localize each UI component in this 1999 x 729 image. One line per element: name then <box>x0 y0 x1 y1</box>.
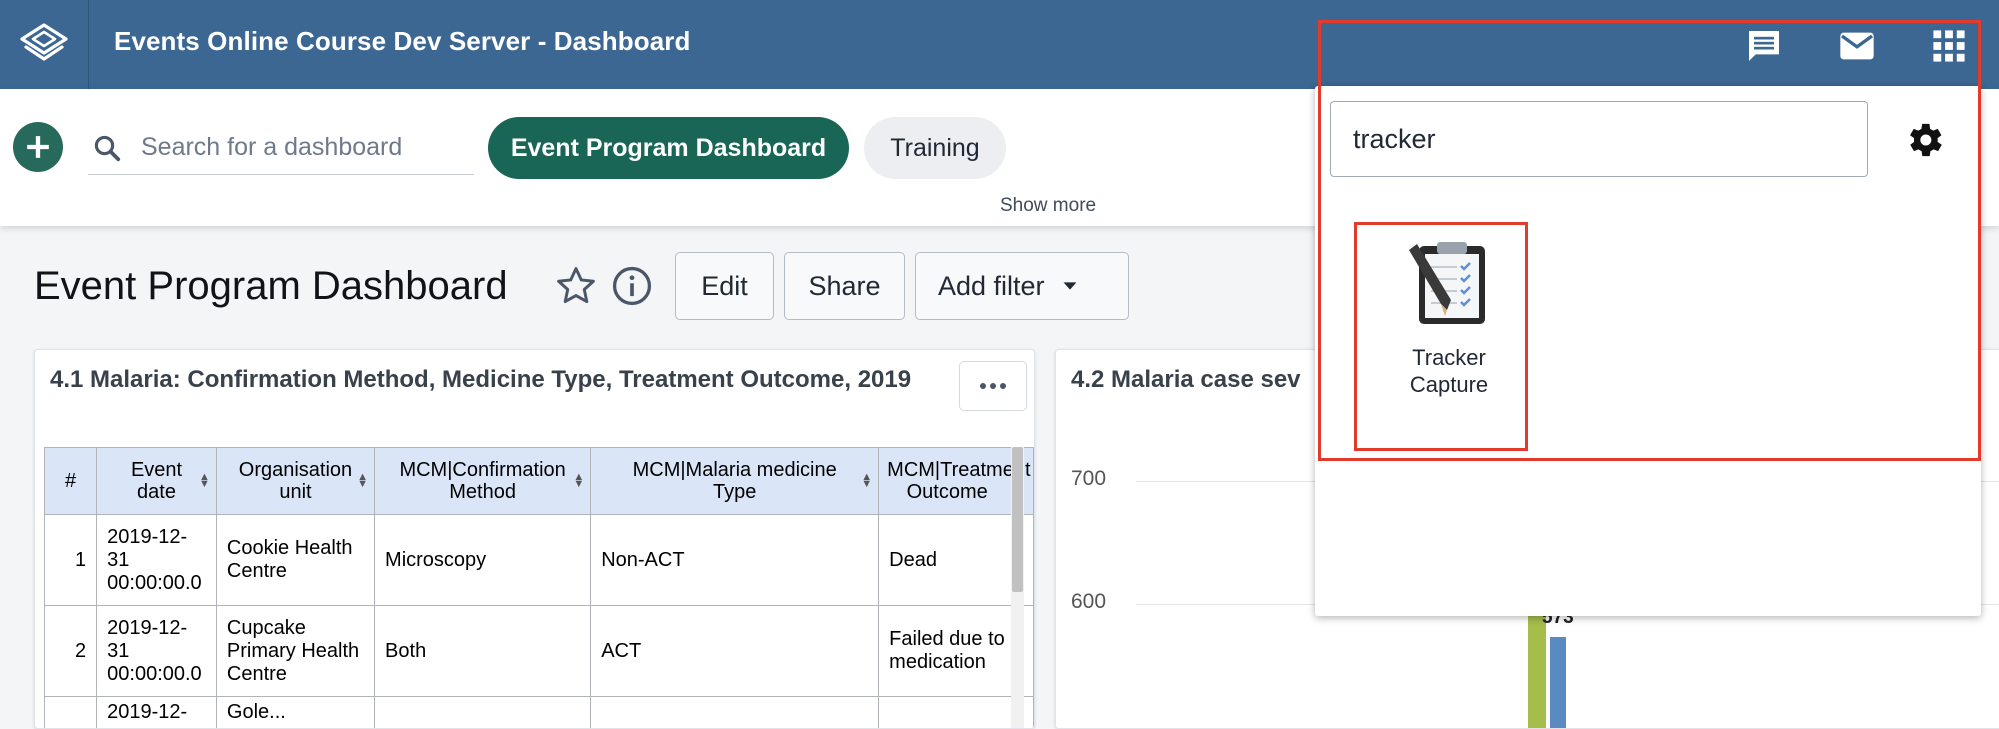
cell-index <box>45 697 97 729</box>
cell-medicine-type <box>591 697 879 729</box>
column-header-label: MCM|Confirmation Method <box>390 459 576 503</box>
column-header[interactable]: # <box>45 448 97 515</box>
column-header-label: Event date <box>119 459 194 503</box>
dashboard-item-malaria-table: 4.1 Malaria: Confirmation Method, Medici… <box>34 349 1035 729</box>
more-horizontal-icon <box>978 381 1008 391</box>
app-menu-popover: Tracker Capture <box>1315 86 1981 616</box>
events-table: # Event date▲▼ Organisation unit▲▼ MCM|C… <box>44 447 1034 729</box>
item-title: 4.1 Malaria: Confirmation Method, Medici… <box>50 362 950 398</box>
cell-event-date: 2019-12-31 00:00:00.0 <box>97 515 217 606</box>
interpretations-icon <box>1744 26 1784 66</box>
search-icon <box>92 133 122 163</box>
tracker-capture-clipboard-icon <box>1403 236 1495 328</box>
cell-index: 2 <box>45 606 97 697</box>
cell-event-date: 2019-12-31 00:00:00.0 <box>97 606 217 697</box>
dhis2-logo-icon <box>18 21 70 69</box>
app-tracker-capture[interactable]: Tracker Capture <box>1361 222 1537 406</box>
column-header-label: MCM|Malaria medicine Type <box>615 459 855 503</box>
plus-icon <box>25 134 51 160</box>
table-row[interactable]: 2019-12- Gole... <box>45 697 1034 729</box>
table-row[interactable]: 2 2019-12-31 00:00:00.0 Cupcake Primary … <box>45 606 1034 697</box>
app-label: Tracker Capture <box>1389 344 1509 398</box>
cell-confirmation-method <box>375 697 591 729</box>
app-search-input[interactable] <box>1330 101 1868 177</box>
caret-down-icon <box>1059 275 1081 297</box>
cell-org-unit: Cupcake Primary Health Centre <box>216 606 374 697</box>
logo-button[interactable] <box>0 0 89 89</box>
show-more-link[interactable]: Show more <box>1000 195 1096 217</box>
column-header[interactable]: Organisation unit▲▼ <box>216 448 374 515</box>
y-tick-label: 600 <box>1071 590 1106 614</box>
edit-button[interactable]: Edit <box>675 252 774 320</box>
cell-index: 1 <box>45 515 97 606</box>
table-header-row: # Event date▲▼ Organisation unit▲▼ MCM|C… <box>45 448 1034 515</box>
app-title: Events Online Course Dev Server - Dashbo… <box>114 26 691 57</box>
sort-icon: ▲▼ <box>199 474 210 488</box>
sort-icon: ▲▼ <box>357 474 368 488</box>
cell-event-date: 2019-12- <box>97 697 217 729</box>
header-bar: Events Online Course Dev Server - Dashbo… <box>0 0 1999 89</box>
dashboard-search <box>88 119 474 175</box>
interpretations-button[interactable] <box>1744 26 1784 66</box>
apps-grid-icon <box>1932 29 1966 63</box>
sort-icon: ▲▼ <box>861 474 872 488</box>
messages-icon <box>1837 25 1877 67</box>
column-header-label: Organisation unit <box>231 459 359 503</box>
add-dashboard-button[interactable] <box>13 122 63 172</box>
cell-medicine-type: ACT <box>591 606 879 697</box>
add-filter-label: Add filter <box>938 271 1045 302</box>
cell-medicine-type: Non-ACT <box>591 515 879 606</box>
column-header[interactable]: MCM|Malaria medicine Type ▲▼ <box>591 448 879 515</box>
star-icon[interactable] <box>554 264 598 308</box>
cell-org-unit: Gole... <box>216 697 374 729</box>
share-button[interactable]: Share <box>784 252 905 320</box>
cell-confirmation-method: Both <box>375 606 591 697</box>
cell-org-unit: Cookie Health Centre <box>216 515 374 606</box>
add-filter-button[interactable]: Add filter <box>915 252 1129 320</box>
column-header[interactable]: Event date ▲▼ <box>97 448 217 515</box>
chart-bar[interactable] <box>1550 637 1566 729</box>
messages-button[interactable] <box>1837 26 1877 66</box>
gear-icon[interactable] <box>1902 118 1946 162</box>
table-scrollbar-thumb[interactable] <box>1012 447 1023 592</box>
item-menu-button[interactable] <box>959 361 1027 411</box>
dashboard-search-input[interactable] <box>141 129 461 165</box>
cell-confirmation-method: Microscopy <box>375 515 591 606</box>
chip-event-program-dashboard[interactable]: Event Program Dashboard <box>488 117 849 179</box>
column-header[interactable]: MCM|Confirmation Method▲▼ <box>375 448 591 515</box>
y-tick-label: 700 <box>1071 467 1106 491</box>
info-icon[interactable] <box>610 264 654 308</box>
chip-training[interactable]: Training <box>864 117 1006 179</box>
column-header-label: MCM|Treatment Outcome <box>887 459 1007 503</box>
sort-icon: ▲▼ <box>573 474 584 488</box>
dashboard-title: Event Program Dashboard <box>34 264 508 309</box>
table-row[interactable]: 1 2019-12-31 00:00:00.0 Cookie Health Ce… <box>45 515 1034 606</box>
apps-menu-button[interactable] <box>1929 26 1969 66</box>
